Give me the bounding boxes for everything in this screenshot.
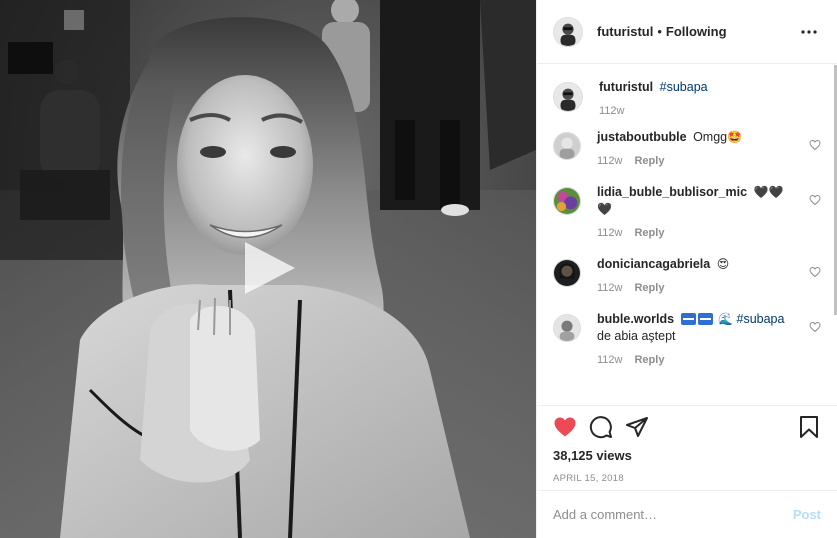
post-modal: futuristul • Following futuristul #subap… [0,0,837,538]
heart-outline-icon[interactable] [809,321,821,333]
soon-badge-icon [697,313,713,325]
bookmark-icon [800,416,818,438]
comment-time[interactable]: 112w [597,227,622,239]
comment-text: de abia aştept [597,329,676,343]
author-avatar[interactable] [553,16,583,47]
comment-username[interactable]: doniciancagabriela [597,257,710,271]
comment-button[interactable] [589,415,613,439]
heart-filled-icon [554,417,576,437]
post-header: futuristul • Following [537,0,837,64]
post-date[interactable]: APRIL 15, 2018 [553,473,821,484]
reply-button[interactable]: Reply [634,227,664,239]
comment-username[interactable]: lidia_buble_bublisor_mic [597,185,747,199]
post-actions-section: 38,125 views APRIL 15, 2018 [537,405,837,484]
heart-outline-icon[interactable] [809,266,821,278]
comment-hashtag[interactable]: #subapa [737,312,785,326]
post-comment-button[interactable]: Post [793,507,821,522]
play-icon [245,242,295,294]
following-status[interactable]: Following [666,24,727,39]
comment-username[interactable]: justaboutbuble [597,130,687,144]
save-button[interactable] [797,415,821,439]
more-dots-icon [801,29,817,34]
comment-item: buble.worlds 🌊 #subapa de abia aştept 11… [553,311,821,366]
views-label: views [596,448,632,463]
comment-item: doniciancagabriela 😍 112w Reply [553,256,821,294]
comment-emoji: 🤩 [727,130,743,144]
more-options-button[interactable] [797,20,821,44]
comment-time[interactable]: 112w [597,282,622,294]
comments-list[interactable]: futuristul #subapa 112w justaboutbuble O… [537,65,837,405]
comment-bubble-icon [589,416,612,439]
like-button[interactable] [553,415,577,439]
share-button[interactable] [625,415,649,439]
comment-avatar[interactable] [553,314,581,342]
add-comment-bar: Post [537,490,837,538]
author-username[interactable]: futuristul [597,24,653,39]
play-button[interactable] [239,238,299,298]
views-count[interactable]: 38,125 views [553,448,821,463]
comment-emoji: 😍 [716,257,730,271]
caption-hashtag[interactable]: #subapa [660,80,708,94]
reply-button[interactable]: Reply [634,354,664,366]
heart-outline-icon[interactable] [809,194,821,206]
caption: futuristul #subapa 112w [553,79,821,117]
comment-avatar[interactable] [553,187,581,215]
reply-button[interactable]: Reply [634,155,664,167]
comment-time[interactable]: 112w [597,354,622,366]
comment-text: Omgg [693,130,728,144]
comment-input[interactable] [553,507,793,522]
caption-avatar[interactable] [553,82,583,112]
comment-item: justaboutbuble Omgg🤩 112w Reply [553,129,821,167]
soon-badge-icon [680,313,696,325]
comment-item: lidia_buble_bublisor_mic 🖤🖤🖤 112w Reply [553,184,821,239]
comment-avatar[interactable] [553,132,581,160]
action-bar [553,406,821,448]
heart-outline-icon[interactable] [809,139,821,151]
separator-dot: • [657,24,662,39]
wave-emoji: 🌊 [718,312,734,326]
paper-plane-icon [626,417,648,437]
views-number: 38,125 [553,448,593,463]
caption-username[interactable]: futuristul [599,80,653,94]
post-side-panel: futuristul • Following futuristul #subap… [536,0,837,538]
comment-username[interactable]: buble.worlds [597,312,674,326]
video-player[interactable] [0,0,536,538]
comment-avatar[interactable] [553,259,581,287]
caption-time[interactable]: 112w [599,105,624,117]
comment-time[interactable]: 112w [597,155,622,167]
reply-button[interactable]: Reply [634,282,664,294]
